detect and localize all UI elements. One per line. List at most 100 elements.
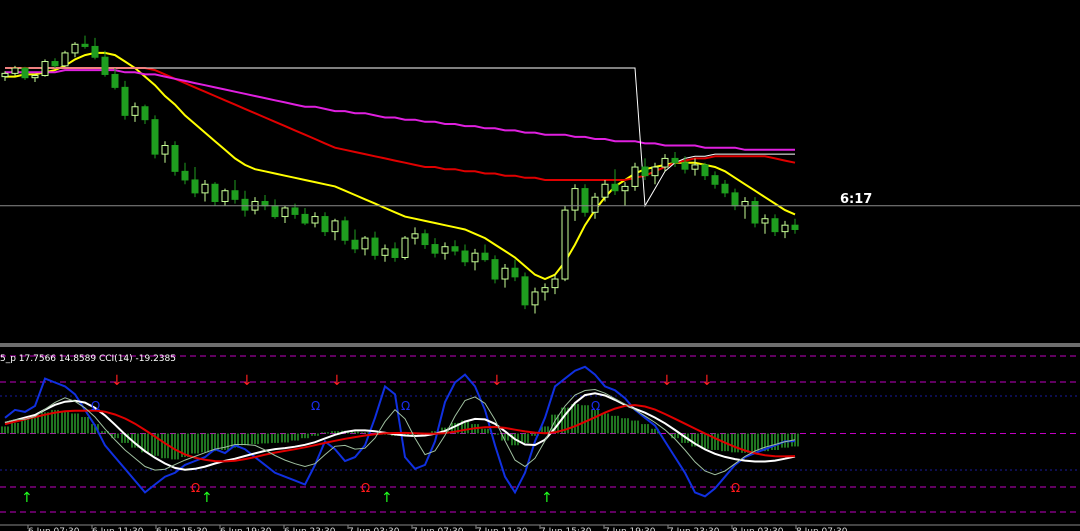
candle-body (651, 166, 659, 177)
candle-body (511, 267, 519, 278)
arrow-down-icon: ↓ (491, 373, 503, 389)
candle-body (541, 287, 549, 293)
omega-blue-icon: Ω (311, 399, 320, 413)
omega-blue-icon: Ω (91, 399, 100, 413)
candle-body (121, 86, 129, 116)
candle-body (11, 67, 19, 74)
omega-red-icon: Ω (731, 481, 740, 495)
arrow-down-icon: ↓ (661, 373, 673, 389)
candle-body (481, 252, 489, 261)
candle-body (211, 183, 219, 202)
candle-body (81, 43, 89, 47)
candle-body (71, 43, 79, 54)
candle-body (621, 185, 629, 192)
candle-body (291, 207, 299, 215)
time-tick-label: 6 Jun 15:30 (156, 527, 208, 531)
arrow-down-icon: ↓ (331, 373, 343, 389)
time-tick-label: 7 Jun 15:30 (540, 527, 592, 531)
candle-body (431, 244, 439, 254)
candle-body (561, 209, 569, 280)
candle-body (351, 239, 359, 250)
candle-body (571, 188, 579, 211)
candle-body (61, 52, 69, 67)
candle-body (591, 196, 599, 213)
candle-body (761, 218, 769, 224)
candle-body (191, 179, 199, 194)
trading-chart[interactable]: 6:17 ↑ ↑ ↑ ↑ ↓ ↓ ↓ ↓ ↓ ↓ Ω Ω Ω Ω Ω Ω Ω 5_p 17.7566 14.85… (0, 0, 1080, 531)
candle-body (451, 246, 459, 252)
candle-body (611, 183, 619, 192)
candle-body (691, 164, 699, 170)
time-tick-label: 6 Jun 07:30 (28, 527, 80, 531)
candle-body (31, 75, 39, 79)
arrow-up-icon: ↑ (541, 490, 553, 506)
candle-body (681, 162, 689, 170)
pane-separator[interactable] (0, 343, 1080, 347)
arrow-up-icon: ↑ (21, 490, 33, 506)
omega-blue-icon: Ω (591, 399, 600, 413)
candle-body (581, 188, 589, 213)
candle-body (381, 248, 389, 256)
candle-body (531, 291, 539, 306)
candle-body (301, 213, 309, 224)
candle-body (791, 224, 799, 230)
indicator-label: 5_p 17.7566 14.8589 CCI(14) -19.2385 (0, 354, 176, 364)
candle-body (401, 237, 409, 258)
candle-body (281, 207, 289, 218)
candle-body (751, 200, 759, 224)
candle-body (551, 278, 559, 289)
candle-body (311, 216, 319, 224)
omega-blue-icon: Ω (401, 399, 410, 413)
candle-body (771, 218, 779, 233)
candle-body (491, 259, 499, 280)
arrow-down-icon: ↓ (111, 373, 123, 389)
candle-body (271, 205, 279, 218)
candle-body (201, 183, 209, 194)
candle-body (141, 106, 149, 121)
candle-body (161, 145, 169, 155)
candle-body (361, 237, 369, 250)
candle-body (411, 233, 419, 239)
candle-body (631, 166, 639, 187)
candle-body (221, 190, 229, 202)
arrow-down-icon: ↓ (241, 373, 253, 389)
candle-body (741, 200, 749, 207)
time-tick-label: 7 Jun 11:30 (476, 527, 528, 531)
omega-red-icon: Ω (361, 481, 370, 495)
candle-body (1, 72, 9, 78)
time-tick-label: 6 Jun 23:30 (284, 527, 336, 531)
arrow-up-icon: ↑ (381, 490, 393, 506)
candle-body (131, 106, 139, 116)
candle-body (661, 157, 669, 168)
time-tick-label: 7 Jun 19:30 (604, 527, 656, 531)
candle-body (601, 183, 609, 198)
candle-body (241, 198, 249, 211)
candle-body (391, 248, 399, 258)
candle-body (181, 170, 189, 181)
candle-body (171, 145, 179, 172)
candle-body (261, 200, 269, 207)
candle-body (41, 61, 49, 77)
candle-body (641, 166, 649, 177)
candle-body (111, 73, 119, 88)
candle-body (521, 276, 529, 306)
candle-body (781, 224, 789, 233)
time-tick-label: 8 Jun 03:30 (732, 527, 784, 531)
time-tick-label: 7 Jun 23:30 (668, 527, 720, 531)
candle-body (21, 67, 29, 79)
candle-body (91, 45, 99, 58)
candle-body (721, 183, 729, 194)
candle-body (461, 250, 469, 263)
candle-body (671, 157, 679, 164)
candle-body (331, 220, 339, 233)
candle-body (421, 233, 429, 246)
candle-body (231, 190, 239, 200)
candle-body (731, 192, 739, 207)
candle-body (441, 246, 449, 254)
candle-body (501, 267, 509, 280)
candle-body (341, 220, 349, 241)
time-tick-label: 7 Jun 03:30 (348, 527, 400, 531)
candle-body (151, 119, 159, 155)
time-tick-label: 6 Jun 19:30 (220, 527, 272, 531)
arrow-down-icon: ↓ (701, 373, 713, 389)
